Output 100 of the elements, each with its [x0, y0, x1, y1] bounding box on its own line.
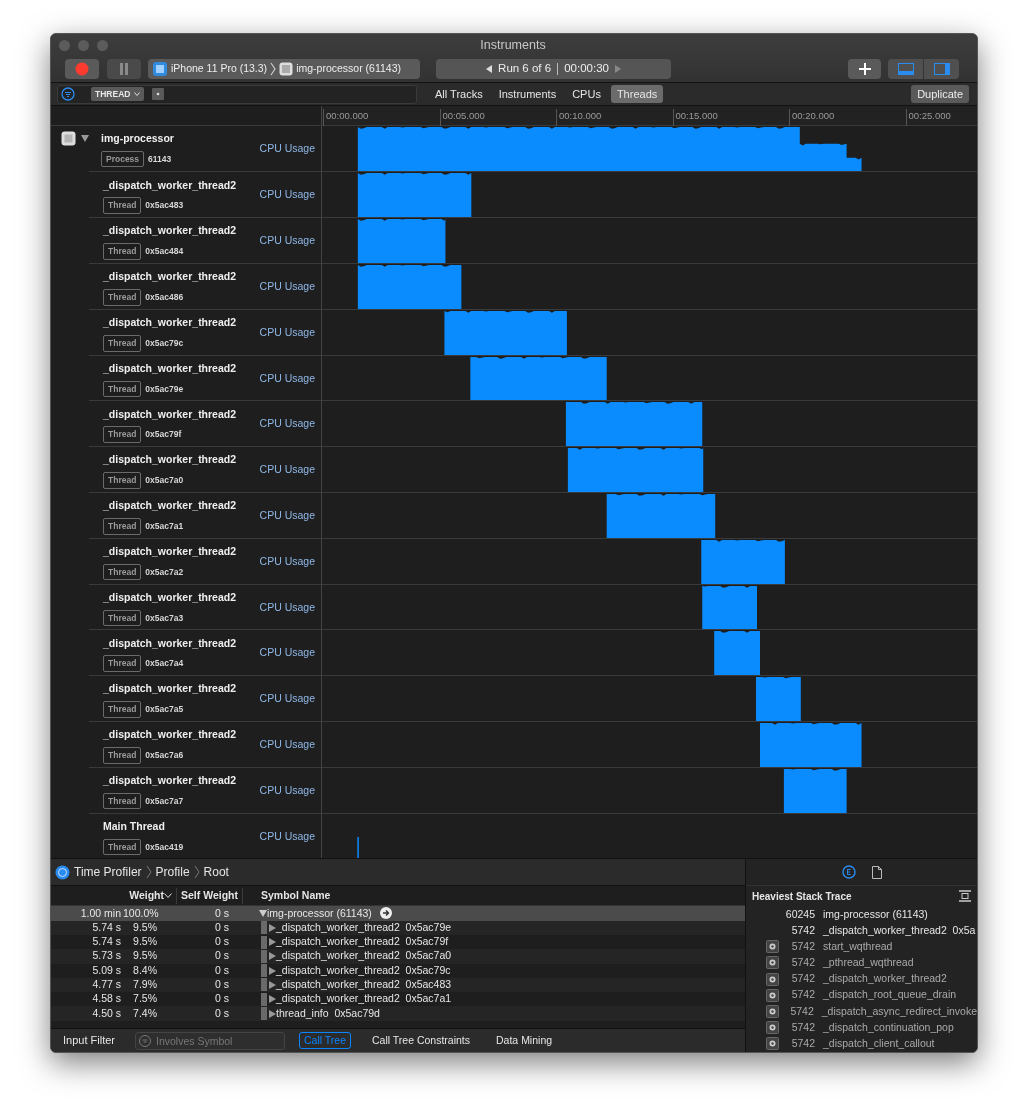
filter-icon: [61, 87, 75, 102]
disclosure-icon[interactable]: [268, 980, 276, 989]
table-row[interactable]: 5.09 s 8.4% 0 s _dispatch_worker_thread2 0x5ac79c: [51, 963, 745, 978]
graph-label: CPU Usage: [259, 233, 315, 249]
run-label: Run 6 of 6: [498, 60, 552, 76]
breadcrumb-item[interactable]: Root: [203, 863, 229, 882]
token-icon[interactable]: [152, 88, 165, 101]
disclosure-icon[interactable]: [268, 995, 276, 1004]
stack-frame-symbol: _dispatch_async_redirect_invoke: [821, 1003, 977, 1019]
sample-count: 5742: [790, 971, 815, 987]
disclosure-icon[interactable]: [81, 134, 89, 143]
device-name: iPhone 11 Pro (13.3): [171, 60, 268, 76]
graph-label: CPU Usage: [259, 599, 315, 615]
disclosure-icon[interactable]: [259, 909, 267, 918]
target-selector[interactable]: iPhone 11 Pro (13.3) img-processor (61143): [148, 58, 420, 79]
gear-icon: [766, 940, 779, 954]
track-id: 0x5ac483: [145, 199, 184, 213]
time-tick: 00:00.000: [323, 109, 369, 127]
disclosure-icon[interactable]: [268, 923, 276, 932]
detail-tab[interactable]: Data Mining: [491, 1031, 558, 1050]
bottom-pane-button[interactable]: [888, 58, 923, 79]
graph-label: CPU Usage: [259, 370, 315, 386]
view-tab[interactable]: CPUs: [566, 84, 607, 104]
graph-label: CPU Usage: [259, 508, 315, 524]
graph-label: CPU Usage: [259, 140, 315, 156]
column-header[interactable]: Symbol Name: [261, 887, 331, 904]
track-name: img-processor: [101, 130, 174, 146]
window-title: Instruments: [480, 38, 546, 53]
table-row[interactable]: 5.73 s 9.5% 0 s _dispatch_worker_thread2 0x5ac7a0: [51, 949, 745, 964]
table-cell-text: 0 s: [214, 919, 229, 935]
view-tab[interactable]: Threads: [610, 84, 664, 104]
run-selector[interactable]: Run 6 of 6 00:00:30: [436, 58, 671, 79]
track-name: Main Thread: [103, 818, 166, 834]
gear-icon: [766, 1037, 779, 1051]
duplicate-button[interactable]: Duplicate: [911, 84, 969, 104]
table-cell-text: 0 s: [214, 962, 229, 978]
disclosure-icon[interactable]: [268, 966, 276, 975]
table-row[interactable]: 4.77 s 7.9% 0 s _dispatch_worker_thread2 0x5ac483: [51, 977, 745, 993]
track-name: _dispatch_worker_thread2: [103, 635, 237, 651]
graph-label: CPU Usage: [259, 553, 315, 569]
go-arrow-icon[interactable]: [379, 907, 392, 920]
filter-field[interactable]: THREAD: [57, 84, 417, 104]
collapse-icon[interactable]: [959, 890, 971, 903]
table-row[interactable]: 4.58 s 7.5% 0 s _dispatch_worker_thread2 0x5ac7a1: [51, 992, 745, 1007]
add-button[interactable]: [848, 58, 881, 79]
disclosure-icon[interactable]: [268, 938, 276, 947]
chevron-icon: [145, 865, 152, 880]
filter-token[interactable]: THREAD: [91, 86, 145, 102]
extended-detail-icon[interactable]: [841, 865, 856, 880]
column-header[interactable]: Self Weight: [177, 887, 243, 904]
track-id: 0x5ac484: [145, 245, 184, 258]
track-name: _dispatch_worker_thread2: [103, 177, 237, 193]
table-row[interactable]: 5.74 s 9.5% 0 s _dispatch_worker_thread2 0x5ac79f: [51, 934, 745, 950]
symbol-search-field[interactable]: Involves Symbol: [134, 1031, 285, 1050]
pause-icon: [119, 62, 129, 75]
time-tick: 00:15.000: [672, 109, 718, 127]
track-id: 0x5ac7a5: [145, 703, 184, 716]
stack-frame-symbol: _pthread_wqthread: [823, 955, 914, 971]
record-button[interactable]: [65, 58, 99, 79]
breadcrumb-item[interactable]: Time Profiler: [74, 863, 142, 882]
table-cell-text: 9.5%: [132, 919, 157, 935]
track-type-tag: Thread: [103, 701, 142, 718]
sample-count: 5742: [790, 938, 815, 954]
gear-icon: [766, 972, 779, 986]
track-id: 0x5ac7a1: [145, 519, 184, 533]
table-row[interactable]: 4.50 s 7.4% 0 s thread_info 0x5ac79d: [51, 1006, 745, 1021]
breadcrumb-item[interactable]: Profile: [155, 863, 190, 882]
side-pane-button[interactable]: [924, 58, 959, 79]
table-cell-text: 100.0%: [123, 905, 157, 921]
track-name: _dispatch_worker_thread2: [103, 315, 237, 330]
elapsed-time: 00:00:30: [564, 60, 609, 76]
disclosure-icon[interactable]: [268, 1009, 276, 1018]
table-cell: _dispatch_worker_thread2 0x5ac483: [276, 977, 452, 993]
stack-frame-symbol: _dispatch_continuation_pop: [823, 1019, 954, 1035]
stack-frame-symbol: _dispatch_client_callout: [823, 1036, 935, 1052]
device-icon: [152, 60, 168, 77]
disclosure-icon[interactable]: [268, 952, 276, 961]
track-type-tag: Thread: [103, 426, 142, 444]
gear-icon: [766, 1021, 779, 1035]
sample-count: 60245: [784, 906, 815, 922]
track-id: 0x5ac7a4: [145, 657, 184, 671]
stack-frame-symbol: start_wqthread: [823, 938, 893, 954]
column-header[interactable]: Weight: [51, 887, 177, 904]
graph-label: CPU Usage: [259, 645, 315, 661]
sample-count: 5742: [790, 1036, 815, 1052]
input-filter-label: Input Filter: [63, 1033, 115, 1049]
table-cell-text: 8.4%: [132, 962, 157, 978]
detail-tab[interactable]: Call Tree Constraints: [367, 1031, 476, 1050]
document-icon[interactable]: [871, 865, 882, 879]
graph-label: CPU Usage: [259, 782, 315, 798]
track-type-tag: Thread: [103, 792, 142, 810]
table-cell-text: 4.50 s: [91, 1005, 121, 1021]
table-cell-text: 4.77 s: [91, 977, 121, 993]
pause-button[interactable]: [107, 58, 141, 79]
table-row[interactable]: 1.00 min 100.0% 0 s img-processor (61143): [51, 906, 745, 921]
track-name: _dispatch_worker_thread2: [103, 360, 237, 376]
detail-tab[interactable]: Call Tree: [298, 1031, 351, 1050]
table-cell-text: _dispatch_worker_thread2 0x5ac79c: [276, 962, 451, 978]
view-tab[interactable]: All Tracks: [429, 84, 489, 104]
view-tab[interactable]: Instruments: [492, 84, 563, 104]
